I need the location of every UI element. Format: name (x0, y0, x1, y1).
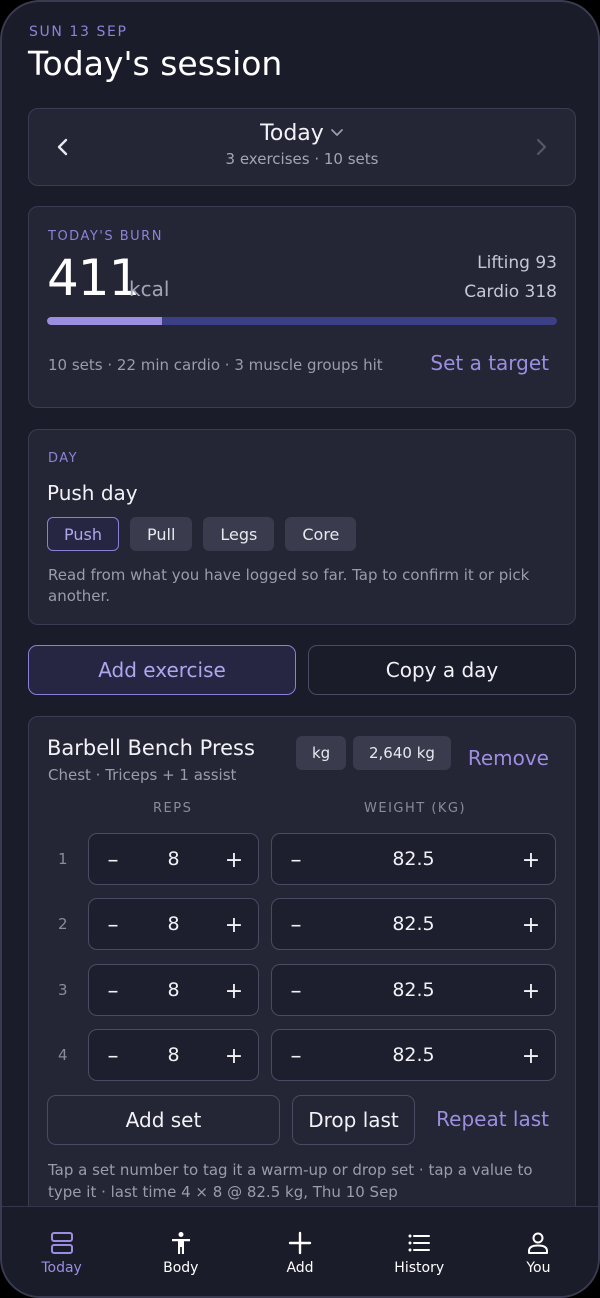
tab-today[interactable]: Today (2, 1207, 121, 1296)
next-day-button[interactable] (527, 133, 555, 161)
reps-stepper: – 8 + (88, 833, 259, 885)
tab-label: You (526, 1260, 551, 1276)
set-row: 2 – 8 + – 82.5 + (47, 898, 557, 950)
weight-value[interactable]: 82.5 (272, 913, 555, 935)
tab-label: Today (41, 1260, 82, 1276)
plus-icon (286, 1229, 314, 1257)
chevron-down-icon (330, 119, 344, 144)
copy-day-button[interactable]: Copy a day (308, 645, 576, 695)
set-number[interactable]: 3 (58, 981, 68, 999)
burn-progress-bar (47, 317, 557, 325)
exercise-note: Tap a set number to tag it a warm-up or … (48, 1161, 533, 1201)
set-row: 3 – 8 + – 82.5 + (47, 964, 557, 1016)
tab-history[interactable]: History (360, 1207, 479, 1296)
tab-add[interactable]: Add (240, 1207, 359, 1296)
reps-increment-button[interactable]: + (220, 1042, 248, 1070)
day-chips: Push Pull Legs Core (47, 517, 357, 551)
chip-push[interactable]: Push (47, 517, 119, 551)
reps-stepper: – 8 + (88, 1029, 259, 1081)
chevron-right-icon (536, 138, 547, 156)
remove-exercise-button[interactable]: Remove (468, 746, 549, 770)
phone-frame: SUN 13 SEP Today's session Today 3 exerc… (0, 0, 600, 1298)
session-date: SUN 13 SEP (29, 24, 128, 40)
volume-tag: 2,640 kg (353, 736, 451, 770)
chip-legs[interactable]: Legs (203, 517, 275, 551)
reps-stepper: – 8 + (88, 898, 259, 950)
person-icon (524, 1229, 552, 1257)
burn-label: TODAY'S BURN (48, 229, 163, 244)
set-number[interactable]: 4 (58, 1046, 68, 1064)
weight-increment-button[interactable]: + (517, 911, 545, 939)
burn-breakdown: Lifting 93 Cardio 318 (464, 249, 557, 307)
tab-label: Body (163, 1260, 199, 1276)
tab-you[interactable]: You (479, 1207, 598, 1296)
weight-stepper: – 82.5 + (271, 1029, 556, 1081)
tab-body[interactable]: Body (121, 1207, 240, 1296)
burn-unit: kcal (129, 277, 170, 301)
set-row: 4 – 8 + – 82.5 + (47, 1029, 557, 1081)
burn-progress-fill (47, 317, 162, 325)
day-summary: 3 exercises · 10 sets (225, 150, 379, 168)
add-set-button[interactable]: Add set (47, 1095, 280, 1145)
drop-last-button[interactable]: Drop last (292, 1095, 415, 1145)
set-number[interactable]: 1 (58, 850, 68, 868)
reps-increment-button[interactable]: + (220, 977, 248, 1005)
chip-pull[interactable]: Pull (129, 517, 193, 551)
page-title: Today's session (28, 44, 283, 83)
add-exercise-button[interactable]: Add exercise (28, 645, 296, 695)
weight-value[interactable]: 82.5 (272, 979, 555, 1001)
repeat-last-button[interactable]: Repeat last (436, 1107, 549, 1131)
weight-stepper: – 82.5 + (271, 964, 556, 1016)
tab-label: Add (286, 1260, 314, 1276)
exercise-muscles: Chest · Triceps + 1 assist (48, 766, 237, 784)
day-type-card: DAY Push day Push Pull Legs Core Read fr… (28, 429, 576, 625)
unit-tag[interactable]: kg (296, 736, 347, 770)
day-label: DAY (48, 451, 79, 466)
set-target-button[interactable]: Set a target (430, 351, 549, 375)
weight-stepper: – 82.5 + (271, 833, 556, 885)
weight-column-header: WEIGHT (KG) (364, 801, 467, 816)
set-row: 1 – 8 + – 82.5 + (47, 833, 557, 885)
reps-increment-button[interactable]: + (220, 911, 248, 939)
day-selector-label: Today (260, 121, 324, 146)
weight-value[interactable]: 82.5 (272, 848, 555, 870)
body-icon (167, 1229, 195, 1257)
exercise-card: Barbell Bench Press Chest · Triceps + 1 … (28, 716, 576, 1236)
day-note: Read from what you have logged so far. T… (48, 566, 530, 605)
burn-summary: 10 sets · 22 min cardio · 3 muscle group… (48, 356, 383, 374)
burn-card: TODAY'S BURN 411 kcal Lifting 93 Cardio … (28, 206, 576, 408)
weight-stepper: – 82.5 + (271, 898, 556, 950)
day-selector[interactable]: Today 3 exercises · 10 sets (29, 121, 575, 168)
burn-value: 411 (47, 249, 140, 307)
reps-column-header: REPS (153, 801, 193, 816)
reps-stepper: – 8 + (88, 964, 259, 1016)
weight-value[interactable]: 82.5 (272, 1044, 555, 1066)
lifting-kcal: Lifting 93 (477, 253, 557, 273)
tab-bar: Today Body Add History You (2, 1206, 598, 1296)
chip-core[interactable]: Core (285, 517, 357, 551)
list-icon (405, 1229, 433, 1257)
cardio-kcal: Cardio 318 (464, 282, 557, 302)
tab-label: History (394, 1260, 445, 1276)
day-navigator: Today 3 exercises · 10 sets (28, 108, 576, 186)
today-icon (48, 1229, 76, 1257)
weight-increment-button[interactable]: + (517, 846, 545, 874)
weight-increment-button[interactable]: + (517, 1042, 545, 1070)
day-name: Push day (47, 481, 138, 505)
exercise-name: Barbell Bench Press (47, 736, 255, 760)
set-number[interactable]: 2 (58, 915, 68, 933)
reps-increment-button[interactable]: + (220, 846, 248, 874)
weight-increment-button[interactable]: + (517, 977, 545, 1005)
